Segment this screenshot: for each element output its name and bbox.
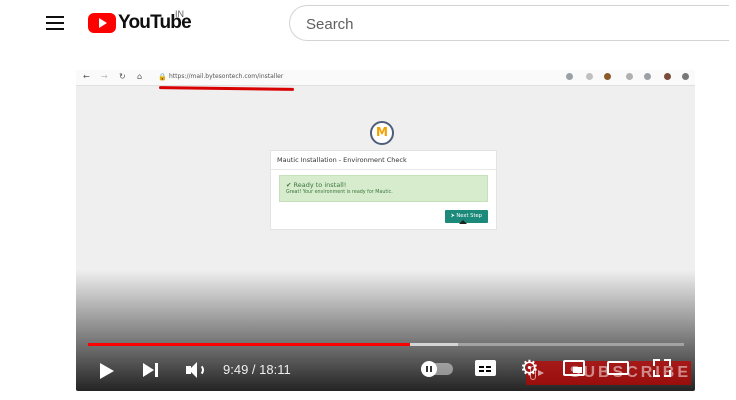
progress-bar[interactable] — [88, 343, 684, 346]
search-input[interactable] — [304, 15, 708, 34]
mouse-cursor-icon — [459, 220, 467, 224]
video-player[interactable]: ← → ↻ ⌂ 🔒 https://mail.bytesontech.com/i… — [76, 70, 695, 391]
subtitles-icon[interactable] — [475, 360, 496, 376]
inner-browser-toolbar: ← → ↻ ⌂ 🔒 https://mail.bytesontech.com/i… — [76, 70, 695, 86]
success-alert: ✔ Ready to install! Great! Your environm… — [279, 175, 488, 202]
installer-title: Mautic Installation - Environment Check — [277, 156, 407, 164]
alert-message: Great! Your environment is ready for Mau… — [286, 190, 393, 195]
inner-url: https://mail.bytesontech.com/installer — [169, 73, 284, 80]
extension-icon — [644, 73, 651, 80]
progress-played — [88, 343, 410, 346]
settings-gear-icon[interactable]: ⚙ — [520, 357, 539, 379]
mautic-logo: M — [370, 121, 394, 145]
divider — [271, 169, 496, 170]
miniplayer-icon[interactable] — [563, 360, 585, 376]
play-icon[interactable] — [100, 363, 114, 379]
fullscreen-icon[interactable] — [653, 359, 671, 377]
menu-icon[interactable] — [46, 14, 66, 32]
lock-icon: 🔒 — [158, 73, 167, 81]
watermark-text: SUBSCRIBE — [569, 364, 691, 381]
volume-icon[interactable] — [186, 360, 206, 380]
time-display: 9:49 / 18:11 — [223, 362, 291, 377]
search-box[interactable] — [289, 5, 729, 41]
extension-icon — [626, 73, 633, 80]
theater-mode-icon[interactable] — [607, 361, 629, 375]
back-arrow-icon: ← — [83, 72, 90, 81]
youtube-play-icon — [88, 13, 116, 33]
forward-arrow-icon: → — [101, 72, 108, 81]
alert-title: ✔ Ready to install! — [286, 181, 347, 189]
menu-dots-icon — [682, 73, 689, 80]
autoplay-toggle[interactable] — [421, 361, 453, 377]
pause-icon — [421, 361, 437, 377]
extension-icon — [566, 73, 573, 80]
home-icon: ⌂ — [137, 72, 143, 81]
next-video-icon[interactable] — [143, 362, 160, 378]
reload-icon: ↻ — [119, 72, 126, 81]
profile-icon — [664, 73, 671, 80]
installer-card: Mautic Installation - Environment Check … — [270, 150, 497, 230]
extension-icon — [586, 73, 593, 80]
extension-icon — [604, 73, 611, 80]
country-code: IN — [175, 9, 184, 19]
